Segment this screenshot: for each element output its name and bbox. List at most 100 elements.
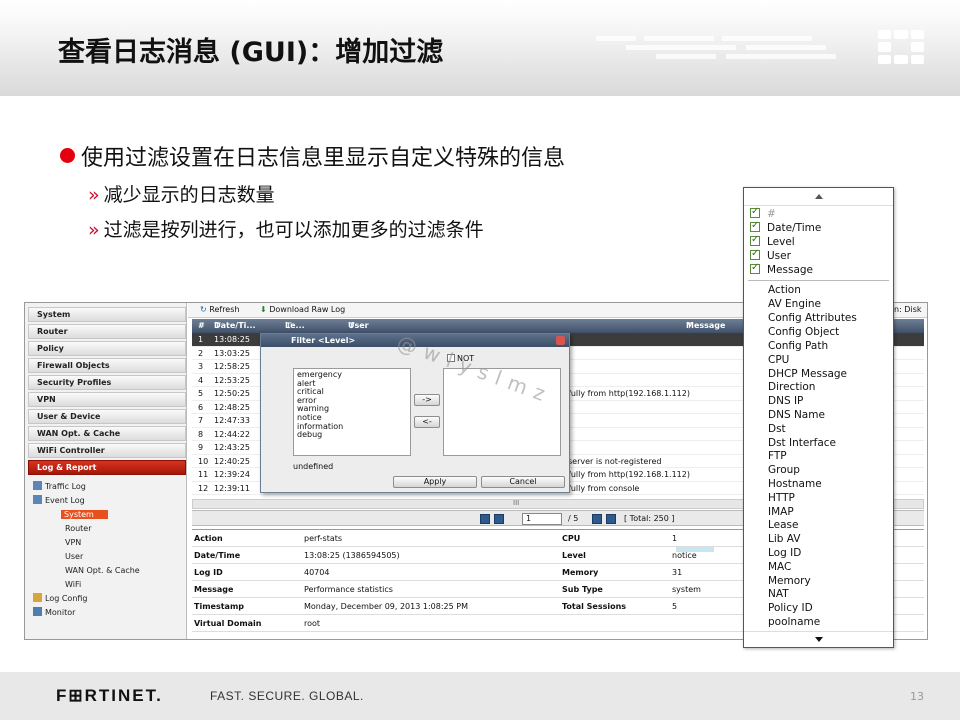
nav-item-firewall-objects[interactable]: Firewall Objects bbox=[28, 358, 186, 373]
nav-item-policy[interactable]: Policy bbox=[28, 341, 186, 356]
column-option[interactable]: Policy ID bbox=[768, 602, 813, 614]
bullet-arrow-icon: » bbox=[88, 184, 100, 206]
checkbox-checked-icon bbox=[750, 262, 760, 274]
nav-item-system[interactable]: System bbox=[28, 307, 186, 322]
column-option[interactable]: Lib AV bbox=[768, 533, 800, 545]
slide-header: 查看日志消息 (GUI)：增加过滤 bbox=[0, 0, 960, 96]
column-toggle-level[interactable]: Level bbox=[750, 234, 795, 248]
cancel-button[interactable]: Cancel bbox=[481, 476, 565, 488]
menu-divider bbox=[748, 280, 889, 281]
column-toggle-message[interactable]: Message bbox=[750, 262, 813, 276]
col-header-num[interactable]: # bbox=[198, 319, 205, 333]
tree-log-config[interactable]: Log Config bbox=[33, 593, 88, 605]
add-level-button[interactable]: -> bbox=[414, 394, 440, 406]
config-icon bbox=[33, 593, 42, 602]
chevron-down-icon bbox=[815, 637, 823, 642]
fortinet-logo-icon bbox=[878, 30, 924, 64]
column-toggle-num[interactable]: # bbox=[750, 206, 776, 220]
column-option[interactable]: HTTP bbox=[768, 492, 795, 504]
nav-item-vpn[interactable]: VPN bbox=[28, 392, 186, 407]
column-option[interactable]: MAC bbox=[768, 561, 791, 573]
nav-item-router[interactable]: Router bbox=[28, 324, 186, 339]
tree-event-system[interactable]: System bbox=[61, 509, 108, 521]
column-option[interactable]: Lease bbox=[768, 519, 799, 531]
tree-traffic-log[interactable]: Traffic Log bbox=[33, 481, 86, 493]
nav-item-user-device[interactable]: User & Device bbox=[28, 409, 186, 424]
column-option[interactable]: Log ID bbox=[768, 547, 801, 559]
total-count: [ Total: 250 ] bbox=[624, 514, 675, 523]
tree-event-wifi[interactable]: WiFi bbox=[65, 579, 81, 591]
column-toggle-user[interactable]: User bbox=[750, 248, 791, 262]
prev-page-icon[interactable] bbox=[494, 514, 504, 524]
log-location-label: n: Disk bbox=[894, 305, 922, 314]
column-option[interactable]: IMAP bbox=[768, 506, 794, 518]
column-option[interactable]: Config Path bbox=[768, 340, 828, 352]
first-page-icon[interactable] bbox=[480, 514, 490, 524]
navigation-pane: System Router Policy Firewall Objects Se… bbox=[25, 303, 187, 639]
header-decoration bbox=[596, 32, 926, 62]
column-toggle-datetime[interactable]: Date/Time bbox=[750, 220, 821, 234]
column-option[interactable]: DNS Name bbox=[768, 409, 825, 421]
sub-bullet: » 减少显示的日志数量 bbox=[88, 184, 275, 206]
refresh-button[interactable]: ↻ Refresh bbox=[200, 303, 239, 317]
main-bullet: 使用过滤设置在日志信息里显示自定义特殊的信息 bbox=[60, 140, 740, 172]
column-chooser-menu: # Date/Time Level User Message Action AV… bbox=[743, 187, 894, 648]
next-page-icon[interactable] bbox=[592, 514, 602, 524]
nav-item-log-report[interactable]: Log & Report bbox=[28, 460, 186, 475]
folder-icon bbox=[33, 495, 42, 504]
column-option[interactable]: DNS IP bbox=[768, 395, 803, 407]
tree-monitor[interactable]: Monitor bbox=[33, 607, 75, 619]
tree-event-wan-opt[interactable]: WAN Opt. & Cache bbox=[65, 565, 140, 577]
checkbox-checked-icon bbox=[750, 234, 760, 246]
column-option[interactable]: Hostname bbox=[768, 478, 822, 490]
download-raw-log-button[interactable]: ⬇ Download Raw Log bbox=[260, 303, 345, 317]
page-count: / 5 bbox=[568, 514, 579, 523]
column-option[interactable]: Dst Interface bbox=[768, 437, 836, 449]
last-page-icon[interactable] bbox=[606, 514, 616, 524]
close-icon[interactable] bbox=[556, 336, 565, 345]
column-option[interactable]: NAT bbox=[768, 588, 789, 600]
nav-item-security-profiles[interactable]: Security Profiles bbox=[28, 375, 186, 390]
column-option[interactable]: poolname bbox=[768, 616, 820, 628]
column-option[interactable]: Group bbox=[768, 464, 800, 476]
column-option[interactable]: AV Engine bbox=[768, 298, 821, 310]
checkbox-checked-icon bbox=[750, 220, 760, 232]
bullet-arrow-icon: » bbox=[88, 219, 100, 241]
scroll-up-button[interactable] bbox=[744, 188, 893, 206]
column-option[interactable]: Config Attributes bbox=[768, 312, 857, 324]
tree-event-user[interactable]: User bbox=[65, 551, 83, 563]
sub-bullet: » 过滤是按列进行，也可以添加更多的过滤条件 bbox=[88, 219, 484, 241]
checkbox-checked-icon bbox=[750, 248, 760, 260]
bullet-dot-icon bbox=[60, 148, 75, 163]
fortinet-wordmark: F⊞RTINET. bbox=[56, 686, 163, 705]
tree-event-router[interactable]: Router bbox=[65, 523, 92, 535]
page-number: 13 bbox=[910, 690, 924, 703]
refresh-icon: ↻ bbox=[200, 305, 207, 314]
folder-icon bbox=[33, 481, 42, 490]
slide-footer: F⊞RTINET. FAST. SECURE. GLOBAL. 13 bbox=[0, 672, 960, 720]
column-option[interactable]: DHCP Message bbox=[768, 368, 847, 380]
apply-button[interactable]: Apply bbox=[393, 476, 477, 488]
filter-summary: undefined bbox=[293, 462, 334, 471]
list-item[interactable]: debug bbox=[297, 431, 407, 440]
column-option[interactable]: Direction bbox=[768, 381, 815, 393]
scroll-down-button[interactable] bbox=[744, 631, 893, 647]
nav-item-wan-opt[interactable]: WAN Opt. & Cache bbox=[28, 426, 186, 441]
page-number-input[interactable]: 1 bbox=[522, 513, 562, 525]
column-option[interactable]: FTP bbox=[768, 450, 787, 462]
tree-event-log[interactable]: Event Log bbox=[33, 495, 85, 507]
column-option[interactable]: Action bbox=[768, 284, 801, 296]
tree-event-vpn[interactable]: VPN bbox=[65, 537, 81, 549]
nav-item-wifi-controller[interactable]: WiFi Controller bbox=[28, 443, 186, 458]
download-icon: ⬇ bbox=[260, 305, 267, 314]
remove-level-button[interactable]: <- bbox=[414, 416, 440, 428]
bullet-list: 使用过滤设置在日志信息里显示自定义特殊的信息 » 减少显示的日志数量 » 过滤是按列… bbox=[60, 140, 740, 242]
column-option[interactable]: CPU bbox=[768, 354, 789, 366]
checkbox-checked-icon bbox=[750, 206, 760, 218]
column-option[interactable]: Memory bbox=[768, 575, 811, 587]
available-levels-list[interactable]: emergency alert critical error warning n… bbox=[293, 368, 411, 456]
footer-tagline: FAST. SECURE. GLOBAL. bbox=[210, 689, 364, 703]
column-option[interactable]: Config Object bbox=[768, 326, 839, 338]
level-indicator bbox=[676, 547, 714, 552]
column-option[interactable]: Dst bbox=[768, 423, 786, 435]
